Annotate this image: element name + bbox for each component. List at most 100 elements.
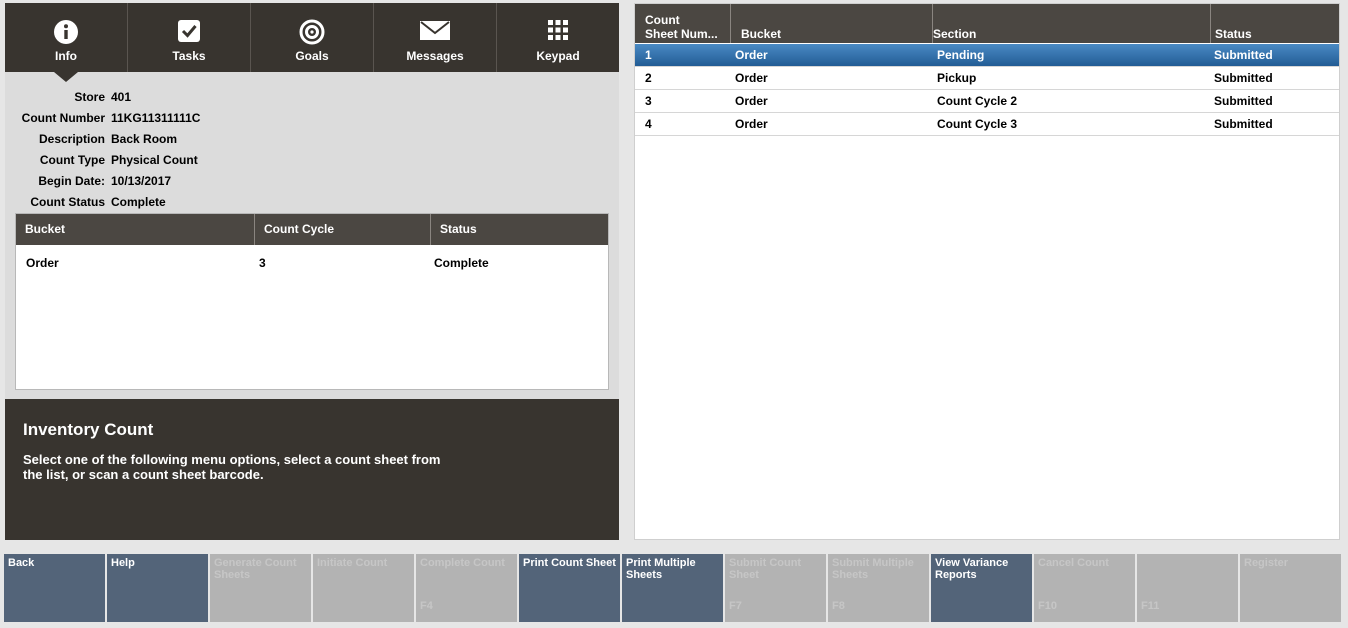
info-value: 10/13/2017 (111, 174, 172, 188)
column-header-status[interactable]: Status (1211, 4, 1339, 43)
cell-number: 2 (645, 71, 652, 85)
column-header-section[interactable]: Section (933, 4, 1211, 43)
column-header-label: Bucket (741, 27, 782, 41)
info-value: 11KG11311111C (111, 111, 201, 125)
cell-section: Pending (937, 48, 985, 62)
cell-bucket: Order (26, 256, 59, 270)
cell-bucket: Order (735, 117, 768, 131)
cancel-count-button[interactable]: Cancel Count F10 (1034, 554, 1135, 622)
button-label: Print Multiple Sheets (626, 557, 696, 581)
table-row[interactable]: 4 Order Count Cycle 3 Submitted (635, 113, 1339, 136)
button-label: View Variance Reports (935, 557, 1009, 581)
tab-goals-label: Goals (295, 49, 329, 63)
back-button[interactable]: Back (4, 554, 105, 622)
tab-keypad[interactable]: Keypad (497, 3, 619, 72)
envelope-icon (420, 19, 450, 44)
column-header-status[interactable]: Status (431, 214, 608, 245)
cell-number: 4 (645, 117, 652, 131)
info-row-count-type: Count Type Physical Count (5, 150, 198, 171)
info-label: Description (38, 132, 105, 146)
tab-goals[interactable]: Goals (251, 3, 374, 72)
cell-status: Complete (434, 256, 489, 270)
complete-count-button[interactable]: Complete Count F4 (416, 554, 517, 622)
bucket-table: Bucket Count Cycle Status Order 3 Comple… (15, 213, 609, 390)
cell-bucket: Order (735, 48, 768, 62)
column-header-bucket[interactable]: Bucket (16, 214, 255, 245)
button-label: Back (8, 557, 35, 569)
button-label: Help (111, 557, 135, 569)
cell-count-cycle: 3 (259, 256, 266, 270)
info-row-count-number: Count Number 11KG11311111C (5, 108, 201, 129)
prompt-panel: Inventory Count Select one of the follow… (5, 399, 619, 540)
view-variance-reports-button[interactable]: View Variance Reports (931, 554, 1032, 622)
tab-bar: Info Tasks Goals Messages Keypad (5, 3, 619, 82)
info-row-store: Store 401 (5, 87, 131, 108)
fkey-number: F8 (832, 600, 845, 612)
info-row-begin-date: Begin Date: 10/13/2017 (5, 171, 171, 192)
cell-bucket: Order (735, 94, 768, 108)
button-label: Generate Count Sheets (214, 557, 297, 581)
button-label: Submit Multiple Sheets (832, 557, 914, 581)
left-panel: Info Tasks Goals Messages Keypad Store 4… (5, 3, 619, 540)
submit-count-sheet-button[interactable]: Submit Count Sheet F7 (725, 554, 826, 622)
info-row-count-status: Count Status Complete (5, 192, 165, 213)
fkey-number: F7 (729, 600, 742, 612)
prompt-title: Inventory Count (23, 420, 154, 439)
info-label: Store (74, 90, 105, 104)
cell-number: 1 (645, 48, 652, 62)
tab-messages-label: Messages (406, 49, 464, 63)
cell-status: Submitted (1214, 94, 1273, 108)
column-header-label: Status (1215, 27, 1252, 41)
f11-button[interactable]: F11 (1137, 554, 1238, 622)
info-value: 401 (111, 90, 132, 104)
initiate-count-button[interactable]: Initiate Count (313, 554, 414, 622)
cell-section: Pickup (937, 71, 977, 85)
column-header-bucket[interactable]: Bucket (731, 4, 933, 43)
tab-tasks-label: Tasks (172, 49, 206, 63)
button-label: Register (1244, 557, 1289, 569)
table-row[interactable]: 2 Order Pickup Submitted (635, 67, 1339, 90)
submit-multiple-sheets-button[interactable]: Submit Multiple Sheets F8 (828, 554, 929, 622)
cell-status: Submitted (1214, 117, 1273, 131)
tab-info[interactable]: Info (5, 3, 128, 82)
function-key-bar: Back Help Generate Count Sheets Initiate… (4, 554, 1344, 622)
generate-count-sheets-button[interactable]: Generate Count Sheets (210, 554, 311, 622)
fkey-number: F10 (1038, 600, 1057, 612)
info-value: Physical Count (111, 153, 198, 167)
cell-status: Submitted (1214, 48, 1273, 62)
cell-section: Count Cycle 2 (937, 94, 1018, 108)
table-row-selected[interactable]: 1 Order Pending Submitted (635, 44, 1339, 67)
fkey-number: F11 (1141, 600, 1160, 612)
tab-info-label: Info (55, 49, 77, 63)
register-button[interactable]: Register (1240, 554, 1341, 622)
prompt-text: Select one of the following menu options… (23, 452, 441, 482)
fkey-number: F4 (420, 600, 433, 612)
keypad-icon (547, 19, 569, 44)
print-multiple-sheets-button[interactable]: Print Multiple Sheets (622, 554, 723, 622)
button-label: Submit Count Sheet (729, 557, 802, 581)
button-label: Complete Count (420, 557, 505, 569)
info-row-description: Description Back Room (5, 129, 177, 150)
cell-number: 3 (645, 94, 652, 108)
tab-tasks[interactable]: Tasks (128, 3, 251, 72)
print-count-sheet-button[interactable]: Print Count Sheet (519, 554, 620, 622)
column-header-count-sheet-number[interactable]: Count Sheet Num... (635, 4, 731, 43)
count-sheets-header: Count Sheet Num... Bucket Section Status (635, 4, 1339, 43)
table-row[interactable]: 3 Order Count Cycle 2 Submitted (635, 90, 1339, 113)
tab-keypad-label: Keypad (536, 49, 580, 63)
info-label: Count Number (21, 111, 105, 125)
help-button[interactable]: Help (107, 554, 208, 622)
bucket-table-header: Bucket Count Cycle Status (16, 214, 608, 245)
column-header-count-cycle[interactable]: Count Cycle (255, 214, 431, 245)
info-value: Back Room (111, 132, 178, 146)
target-icon (299, 19, 325, 48)
count-sheets-table: Count Sheet Num... Bucket Section Status… (634, 3, 1340, 540)
info-icon (53, 19, 79, 48)
button-label: Cancel Count (1038, 557, 1109, 569)
button-label: Print Count Sheet (523, 557, 616, 569)
cell-section: Count Cycle 3 (937, 117, 1018, 131)
cell-status: Submitted (1214, 71, 1273, 85)
cell-bucket: Order (735, 71, 768, 85)
info-label: Count Type (39, 153, 105, 167)
tab-messages[interactable]: Messages (374, 3, 497, 72)
